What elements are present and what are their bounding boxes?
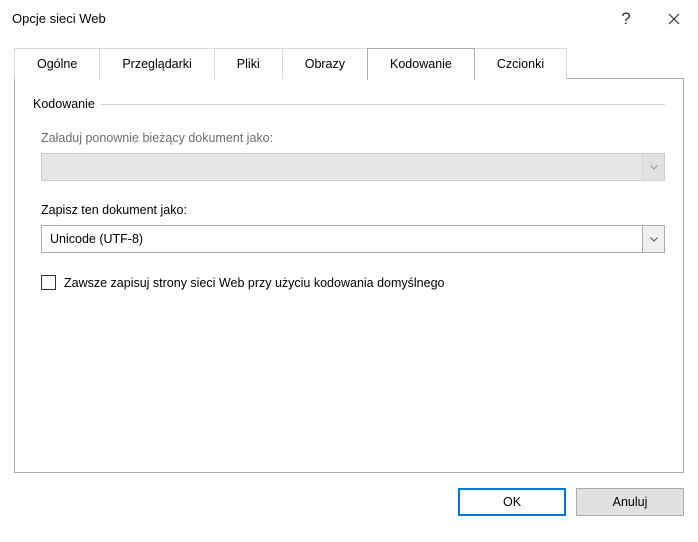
reload-select-arrow	[642, 154, 664, 180]
titlebar: Opcje sieci Web ?	[0, 0, 698, 38]
footer: OK Anuluj	[0, 474, 698, 516]
close-icon	[668, 13, 680, 25]
group-label: Kodowanie	[33, 97, 95, 111]
tabs: Ogólne Przeglądarki Pliki Obrazy Kodowan…	[14, 48, 684, 79]
group-divider	[101, 104, 665, 105]
help-button[interactable]: ?	[602, 0, 650, 37]
cancel-button[interactable]: Anuluj	[576, 488, 684, 516]
save-select-value: Unicode (UTF-8)	[42, 226, 642, 252]
ok-button[interactable]: OK	[458, 488, 566, 516]
default-encoding-label: Zawsze zapisuj strony sieci Web przy uży…	[64, 276, 445, 290]
default-encoding-checkbox-row[interactable]: Zawsze zapisuj strony sieci Web przy uży…	[41, 275, 665, 290]
save-label: Zapisz ten dokument jako:	[41, 203, 665, 217]
content-area: Ogólne Przeglądarki Pliki Obrazy Kodowan…	[0, 38, 698, 474]
group-header: Kodowanie	[33, 97, 665, 111]
chevron-down-icon	[650, 237, 658, 242]
save-select[interactable]: Unicode (UTF-8)	[41, 225, 665, 253]
tab-encoding[interactable]: Kodowanie	[367, 48, 475, 80]
save-select-arrow[interactable]	[642, 226, 664, 252]
tab-general[interactable]: Ogólne	[14, 48, 100, 79]
tab-files[interactable]: Pliki	[214, 48, 283, 79]
window-title: Opcje sieci Web	[12, 11, 602, 26]
reload-select-value	[42, 154, 642, 180]
tab-images[interactable]: Obrazy	[282, 48, 368, 79]
tab-browsers[interactable]: Przeglądarki	[99, 48, 214, 79]
titlebar-controls: ?	[602, 0, 698, 37]
reload-label: Załaduj ponownie bieżący dokument jako:	[41, 131, 665, 145]
reload-select	[41, 153, 665, 181]
chevron-down-icon	[650, 165, 658, 170]
tab-panel: Kodowanie Załaduj ponownie bieżący dokum…	[14, 78, 684, 473]
close-button[interactable]	[650, 0, 698, 37]
tab-fonts[interactable]: Czcionki	[474, 48, 567, 79]
default-encoding-checkbox[interactable]	[41, 275, 56, 290]
